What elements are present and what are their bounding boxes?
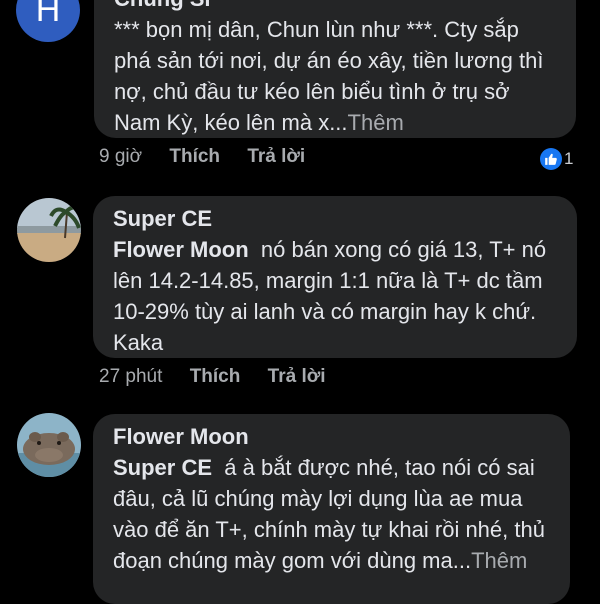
comment-actions-2: 27 phút Thích Trả lời — [99, 365, 348, 389]
comment-bubble-3: Flower Moon Super CE á à bắt được nhé, t… — [93, 414, 570, 604]
reaction-count: 1 — [564, 149, 574, 168]
see-more-link[interactable]: Thêm — [348, 110, 404, 135]
comment-text: Flower Moon nó bán xong có giá 13, T+ nó… — [113, 234, 557, 358]
comment-time[interactable]: 27 phút — [99, 366, 162, 387]
comment-author[interactable]: Super CE — [113, 204, 557, 234]
hippo-photo — [17, 413, 81, 477]
comment-author[interactable]: Chung Sĩ — [114, 0, 556, 14]
comment-bubble-2: Super CE Flower Moon nó bán xong có giá … — [93, 196, 577, 358]
reply-button[interactable]: Trả lời — [268, 366, 326, 387]
avatar-chung-si[interactable]: H — [16, 0, 80, 42]
beach-photo — [17, 198, 81, 262]
comment-text-content: *** bọn mị dân, Chun lùn như ***. Cty sắ… — [114, 17, 544, 135]
reply-button[interactable]: Trả lời — [247, 146, 305, 167]
mention-tag[interactable]: Flower Moon — [113, 237, 249, 262]
comment-bubble-1: Chung Sĩ *** bọn mị dân, Chun lùn như **… — [94, 0, 576, 138]
like-button[interactable]: Thích — [190, 366, 241, 387]
reaction-summary[interactable]: 1 — [540, 148, 573, 170]
comment-time[interactable]: 9 giờ — [99, 146, 142, 167]
see-more-link[interactable]: Thêm — [471, 548, 527, 573]
avatar-flower-moon[interactable] — [17, 413, 81, 477]
comment-actions-1: 9 giờ Thích Trả lời — [99, 145, 327, 169]
avatar-letter: H — [35, 0, 61, 29]
comment-author[interactable]: Flower Moon — [113, 422, 550, 452]
comment-text: Super CE á à bắt được nhé, tao nói có sa… — [113, 452, 550, 576]
avatar-super-ce[interactable] — [17, 198, 81, 262]
thumbs-up-icon — [540, 148, 562, 170]
like-button[interactable]: Thích — [169, 146, 220, 167]
mention-tag[interactable]: Super CE — [113, 455, 212, 480]
comment-text: *** bọn mị dân, Chun lùn như ***. Cty sắ… — [114, 14, 556, 138]
